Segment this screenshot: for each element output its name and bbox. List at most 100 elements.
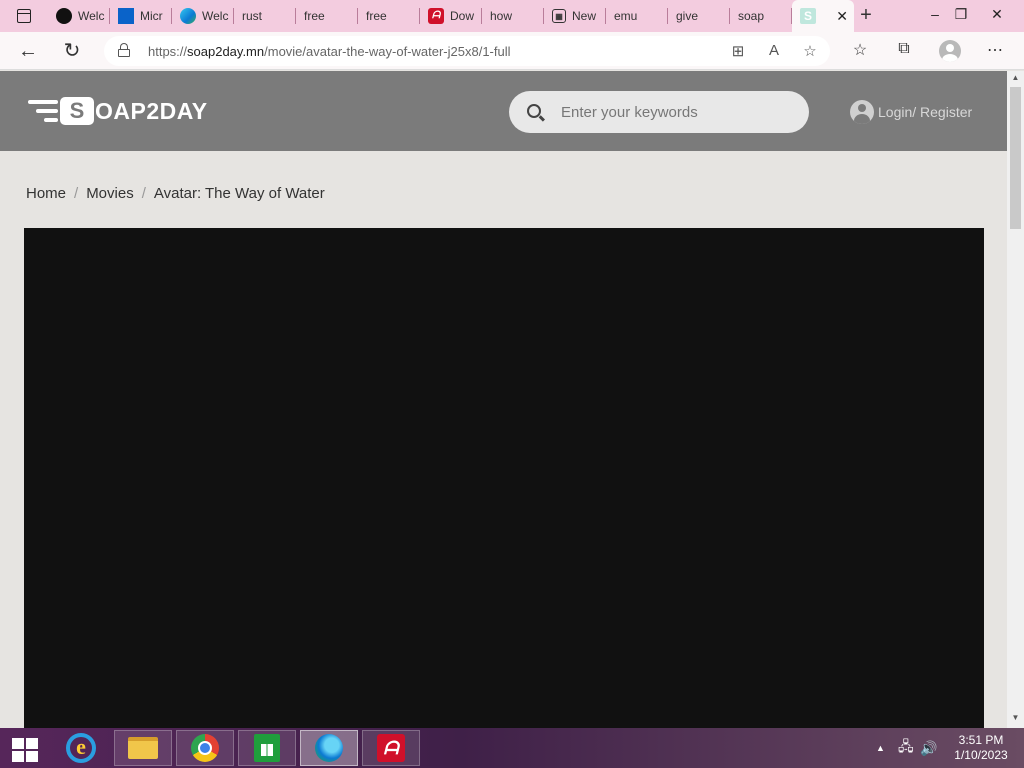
search-icon[interactable] bbox=[527, 104, 541, 118]
soap2day-icon: S bbox=[800, 8, 816, 24]
browser-tab[interactable]: Welc bbox=[172, 0, 234, 32]
system-clock[interactable]: 3:51 PM 1/10/2023 bbox=[946, 733, 1016, 763]
collections-icon[interactable]: ⧉ bbox=[893, 40, 915, 58]
taskbar-internet-explorer[interactable]: e bbox=[52, 730, 110, 766]
edge-icon bbox=[180, 8, 196, 24]
web-page: S OAP2DAY Login/ Register Home / Movies … bbox=[0, 71, 1007, 728]
site-header: S OAP2DAY Login/ Register bbox=[0, 71, 1007, 151]
browser-tab[interactable]: ⚲give bbox=[668, 0, 730, 32]
browser-tab[interactable]: Micr bbox=[110, 0, 172, 32]
page-scrollbar[interactable]: ▲ ▼ bbox=[1007, 71, 1024, 728]
app-available-icon[interactable]: ⊞ bbox=[728, 42, 748, 60]
windows-icon bbox=[118, 8, 134, 24]
browser-tab[interactable]: ⚲emu bbox=[606, 0, 668, 32]
news-icon: ▦ bbox=[552, 9, 566, 23]
browser-tab[interactable]: Welc bbox=[48, 0, 110, 32]
refresh-button[interactable]: ↻ bbox=[58, 37, 86, 65]
new-tab-button[interactable]: + bbox=[854, 4, 878, 28]
login-register-label: Login/ Register bbox=[878, 104, 973, 120]
breadcrumb: Home / Movies / Avatar: The Way of Water bbox=[26, 185, 325, 202]
url-text[interactable]: https://soap2day.mn/movie/avatar-the-way… bbox=[148, 44, 511, 59]
close-window-button[interactable]: ✕ bbox=[980, 0, 1014, 32]
breadcrumb-current: Avatar: The Way of Water bbox=[153, 185, 325, 202]
breadcrumb-home[interactable]: Home bbox=[26, 185, 66, 202]
video-player[interactable] bbox=[24, 228, 984, 728]
scroll-up-arrow-icon[interactable]: ▲ bbox=[1007, 73, 1024, 82]
taskbar-edge[interactable] bbox=[300, 730, 358, 766]
lock-icon bbox=[118, 43, 130, 57]
browser-tab[interactable]: ⚲rust bbox=[234, 0, 296, 32]
browser-tab[interactable]: ⚲soap bbox=[730, 0, 792, 32]
logo-text: OAP2DAY bbox=[95, 97, 208, 124]
tab-title: how bbox=[490, 9, 513, 23]
avira-icon: ᗩ bbox=[428, 8, 444, 24]
logo-s-box: S bbox=[60, 97, 94, 125]
close-tab-icon[interactable]: ✕ bbox=[836, 8, 848, 25]
tab-title: Dow bbox=[450, 9, 475, 23]
clock-date: 1/10/2023 bbox=[954, 748, 1008, 762]
url-domain: soap2day.mn bbox=[187, 44, 265, 59]
browser-tab[interactable]: ⚲free bbox=[358, 0, 420, 32]
show-hidden-icons-icon[interactable]: ▲ bbox=[876, 728, 885, 768]
url-path: /movie/avatar-the-way-of-water-j25x8/1-f… bbox=[264, 44, 511, 59]
scroll-down-arrow-icon[interactable]: ▼ bbox=[1007, 713, 1024, 722]
back-arrow-icon: ← bbox=[18, 40, 38, 62]
browser-tab[interactable]: ⚲how bbox=[482, 0, 544, 32]
back-button[interactable]: ← bbox=[14, 37, 42, 65]
tab-title: free bbox=[304, 9, 325, 23]
settings-menu-icon[interactable]: ⋯ bbox=[984, 40, 1006, 60]
tab-title: emu bbox=[614, 9, 638, 23]
browser-toolbar: ← ↻ https://soap2day.mn/movie/avatar-the… bbox=[0, 32, 1024, 70]
tab-title: Welc bbox=[202, 9, 229, 23]
breadcrumb-movies[interactable]: Movies bbox=[86, 185, 134, 202]
add-favorite-icon[interactable]: ☆ bbox=[800, 42, 820, 60]
address-bar[interactable]: https://soap2day.mn/movie/avatar-the-way… bbox=[104, 36, 830, 66]
taskbar-avira[interactable]: ᗩ bbox=[362, 730, 420, 766]
browser-tab[interactable]: ⚲free bbox=[296, 0, 358, 32]
scrollbar-thumb[interactable] bbox=[1010, 87, 1021, 229]
browser-tab-active[interactable]: S ✕ bbox=[792, 0, 854, 32]
volume-icon[interactable]: 🔊 bbox=[920, 728, 937, 768]
edge-dark-icon bbox=[56, 8, 72, 24]
file-explorer-icon bbox=[128, 737, 158, 759]
tab-list: WelcMicrWelc⚲rust⚲free⚲freeᗩDow⚲how▦New⚲… bbox=[48, 0, 854, 32]
windows-logo-icon bbox=[12, 738, 24, 749]
user-icon bbox=[850, 100, 874, 124]
login-register-link[interactable]: Login/ Register bbox=[850, 100, 972, 124]
tab-title: Micr bbox=[140, 9, 163, 23]
refresh-icon: ↻ bbox=[63, 40, 81, 62]
url-scheme: https:// bbox=[148, 44, 188, 59]
clock-time: 3:51 PM bbox=[958, 733, 1004, 747]
edge-icon bbox=[315, 734, 343, 762]
tab-strip: WelcMicrWelc⚲rust⚲free⚲freeᗩDow⚲how▦New⚲… bbox=[0, 0, 1024, 32]
read-aloud-icon[interactable]: A bbox=[764, 42, 784, 59]
taskbar-chrome[interactable] bbox=[176, 730, 234, 766]
browser-tab[interactable]: ▦ New bbox=[544, 0, 606, 32]
start-button[interactable] bbox=[6, 736, 42, 762]
network-icon[interactable]: 🖧 bbox=[898, 728, 914, 768]
tab-title: soap bbox=[738, 9, 765, 23]
site-search bbox=[509, 91, 809, 133]
avira-icon: ᗩ bbox=[377, 734, 405, 762]
taskbar-store[interactable] bbox=[238, 730, 296, 766]
taskbar: e ᗩ ▲ 🖧 🔊 3:51 PM 1/10/2023 bbox=[0, 728, 1024, 768]
store-icon bbox=[254, 734, 280, 762]
tab-title: free bbox=[366, 9, 387, 23]
site-logo[interactable]: S OAP2DAY bbox=[24, 96, 208, 126]
breadcrumb-separator: / bbox=[141, 185, 146, 202]
profile-avatar[interactable] bbox=[939, 40, 961, 62]
tab-actions-button[interactable] bbox=[0, 0, 48, 32]
tab-title: rust bbox=[242, 9, 263, 23]
internet-explorer-icon: e bbox=[66, 733, 96, 763]
breadcrumb-separator: / bbox=[74, 185, 79, 202]
tab-title: Welc bbox=[78, 9, 105, 23]
taskbar-file-explorer[interactable] bbox=[114, 730, 172, 766]
tab-actions-icon bbox=[17, 9, 31, 23]
tab-title: give bbox=[676, 9, 699, 23]
search-input[interactable] bbox=[561, 101, 791, 123]
browser-tab[interactable]: ᗩ Dow bbox=[420, 0, 482, 32]
favorites-icon[interactable]: ☆ bbox=[849, 40, 871, 60]
tab-title: New bbox=[572, 9, 597, 23]
restore-button[interactable]: ❐ bbox=[944, 0, 978, 32]
chrome-icon bbox=[191, 734, 219, 762]
